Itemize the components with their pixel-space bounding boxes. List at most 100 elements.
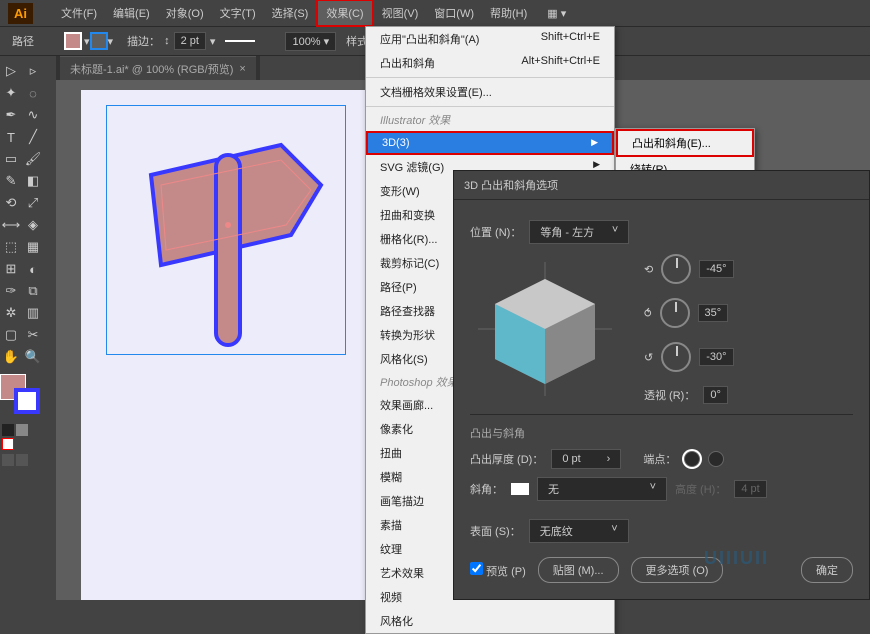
menu-type[interactable]: 文字(T) bbox=[212, 1, 264, 25]
graph-tool[interactable]: ▥ bbox=[22, 302, 44, 324]
fill-swatch[interactable] bbox=[64, 32, 82, 50]
rotate-tool[interactable]: ⟲ bbox=[0, 192, 22, 214]
illustrator-effects-header: Illustrator 效果 bbox=[366, 109, 614, 131]
fill-stroke-control[interactable] bbox=[0, 374, 42, 416]
magic-wand-tool[interactable]: ✦ bbox=[0, 82, 22, 104]
close-icon[interactable]: × bbox=[239, 63, 245, 75]
shape-builder-tool[interactable]: ⬚ bbox=[0, 236, 22, 258]
width-tool[interactable]: ⟷ bbox=[0, 214, 22, 236]
menu-help[interactable]: 帮助(H) bbox=[482, 1, 535, 25]
menu-edit[interactable]: 编辑(E) bbox=[105, 1, 158, 25]
surface-label: 表面 (S)： bbox=[470, 523, 521, 539]
scale-tool[interactable]: ⤢ bbox=[22, 192, 44, 214]
menu-3d[interactable]: 3D(3) bbox=[366, 131, 614, 155]
type-tool[interactable]: T bbox=[0, 126, 22, 148]
direct-select-tool[interactable]: ▹ bbox=[22, 60, 44, 82]
bevel-dropdown[interactable]: 无˅ bbox=[537, 477, 667, 501]
surface-dropdown[interactable]: 无底纹˅ bbox=[529, 519, 629, 543]
menubar: Ai 文件(F) 编辑(E) 对象(O) 文字(T) 选择(S) 效果(C) 视… bbox=[0, 0, 870, 26]
x-rotation-dial[interactable] bbox=[661, 254, 691, 284]
extrude-depth-label: 凸出厚度 (D)： bbox=[470, 451, 543, 467]
menu-object[interactable]: 对象(O) bbox=[158, 1, 212, 25]
gradient-tool[interactable]: ◐ bbox=[22, 258, 44, 280]
document-tab[interactable]: 未标题-1.ai* @ 100% (RGB/预览) × bbox=[60, 56, 256, 81]
menu-apply-last[interactable]: 应用"凸出和斜角"(A)Shift+Ctrl+E bbox=[366, 27, 614, 51]
symbol-spray-tool[interactable]: ✲ bbox=[0, 302, 22, 324]
menu-window[interactable]: 窗口(W) bbox=[426, 1, 482, 25]
position-dropdown[interactable]: 等角 - 左方˅ bbox=[529, 220, 629, 244]
toolbox: ▷▹ ✦◌ ✒∿ T╱ ▭🖌 ✎◧ ⟲⤢ ⟷◈ ⬚▦ ⊞◐ ✑⧉ ✲▥ ▢✂ ✋… bbox=[0, 56, 44, 472]
preview-checkbox[interactable]: 预览 (P) bbox=[470, 562, 526, 579]
rotation-cube-preview[interactable] bbox=[470, 254, 620, 404]
shaper-tool[interactable]: ✎ bbox=[0, 170, 22, 192]
screen-mode2-icon[interactable] bbox=[16, 454, 28, 466]
none-mode-icon[interactable] bbox=[2, 438, 14, 450]
artwork-signpost[interactable] bbox=[131, 125, 351, 355]
dash-preview[interactable] bbox=[225, 40, 255, 42]
menu-effect[interactable]: 效果(C) bbox=[316, 0, 373, 27]
rectangle-tool[interactable]: ▭ bbox=[0, 148, 22, 170]
extrude-section-header: 凸出与斜角 bbox=[470, 414, 853, 441]
cap-label: 端点： bbox=[643, 451, 676, 467]
3d-extrude-dialog: 3D 凸出和斜角选项 位置 (N)： 等角 - 左方˅ ⟲-45° ⥀35° ↺… bbox=[453, 170, 870, 600]
tab-title: 未标题-1.ai* @ 100% (RGB/预览) bbox=[70, 61, 233, 77]
slice-tool[interactable]: ✂ bbox=[22, 324, 44, 346]
menu-select[interactable]: 选择(S) bbox=[264, 1, 317, 25]
lasso-tool[interactable]: ◌ bbox=[22, 82, 44, 104]
eraser-tool[interactable]: ◧ bbox=[22, 170, 44, 192]
hand-tool[interactable]: ✋ bbox=[0, 346, 22, 368]
menu-doc-raster[interactable]: 文档栅格效果设置(E)... bbox=[366, 80, 614, 104]
mesh-tool[interactable]: ⊞ bbox=[0, 258, 22, 280]
eyedropper-tool[interactable]: ✑ bbox=[0, 280, 22, 302]
blend-tool[interactable]: ⧉ bbox=[22, 280, 44, 302]
z-rotation-dial[interactable] bbox=[661, 342, 691, 372]
map-art-button[interactable]: 贴图 (M)... bbox=[538, 557, 619, 583]
selection-tool[interactable]: ▷ bbox=[0, 60, 22, 82]
stroke-width-input[interactable]: 2 pt bbox=[174, 32, 206, 50]
free-transform-tool[interactable]: ◈ bbox=[22, 214, 44, 236]
menu-last-effect[interactable]: 凸出和斜角Alt+Shift+Ctrl+E bbox=[366, 51, 614, 75]
screen-mode-icon[interactable] bbox=[2, 454, 14, 466]
zoom-tool[interactable]: 🔍 bbox=[22, 346, 44, 368]
menu-view[interactable]: 视图(V) bbox=[374, 1, 427, 25]
x-rotation-input[interactable]: -45° bbox=[699, 260, 733, 278]
layout-icon[interactable]: ▦ ▾ bbox=[547, 7, 566, 20]
y-rotation-input[interactable]: 35° bbox=[698, 304, 729, 322]
color-mode-icon[interactable] bbox=[2, 424, 14, 436]
stroke-stepper[interactable]: ↕ bbox=[164, 35, 170, 47]
extrude-depth-input[interactable]: 0 pt› bbox=[551, 449, 621, 469]
line-tool[interactable]: ╱ bbox=[22, 126, 44, 148]
app-logo: Ai bbox=[8, 3, 33, 24]
stroke-label: 描边： bbox=[127, 33, 160, 49]
stroke-color-box[interactable] bbox=[14, 388, 40, 414]
artboard-tool[interactable]: ▢ bbox=[0, 324, 22, 346]
dialog-title: 3D 凸出和斜角选项 bbox=[454, 171, 869, 200]
cap-off-icon[interactable] bbox=[708, 451, 724, 467]
axis-y-icon: ⥀ bbox=[644, 307, 652, 320]
bevel-height-input: 4 pt bbox=[734, 480, 766, 498]
menu-file[interactable]: 文件(F) bbox=[53, 1, 105, 25]
watermark: UIIIUII bbox=[704, 548, 769, 569]
perspective-tool[interactable]: ▦ bbox=[22, 236, 44, 258]
pen-tool[interactable]: ✒ bbox=[0, 104, 22, 126]
gradient-mode-icon[interactable] bbox=[16, 424, 28, 436]
stroke-dd-icon[interactable]: ▾ bbox=[210, 35, 216, 48]
zoom-input[interactable]: 100% ▾ bbox=[285, 32, 336, 51]
menu-stylize-ps[interactable]: 风格化 bbox=[366, 609, 614, 633]
stroke-dd-icon[interactable]: ▾ bbox=[108, 35, 114, 48]
y-rotation-dial[interactable] bbox=[660, 298, 690, 328]
perspective-input[interactable]: 0° bbox=[703, 386, 728, 404]
chevron-down-icon: ˅ bbox=[611, 523, 617, 539]
z-rotation-input[interactable]: -30° bbox=[699, 348, 733, 366]
cap-on-icon[interactable] bbox=[684, 451, 700, 467]
perspective-label: 透视 (R)： bbox=[644, 387, 695, 403]
brush-tool[interactable]: 🖌 bbox=[22, 148, 44, 170]
axis-z-icon: ↺ bbox=[644, 351, 653, 364]
stroke-swatch[interactable] bbox=[90, 32, 108, 50]
submenu-extrude-bevel[interactable]: 凸出和斜角(E)... bbox=[616, 129, 754, 157]
ok-button[interactable]: 确定 bbox=[801, 557, 853, 583]
position-label: 位置 (N)： bbox=[470, 224, 521, 240]
curvature-tool[interactable]: ∿ bbox=[22, 104, 44, 126]
path-label: 路径 bbox=[12, 33, 34, 49]
bevel-label: 斜角： bbox=[470, 481, 503, 497]
